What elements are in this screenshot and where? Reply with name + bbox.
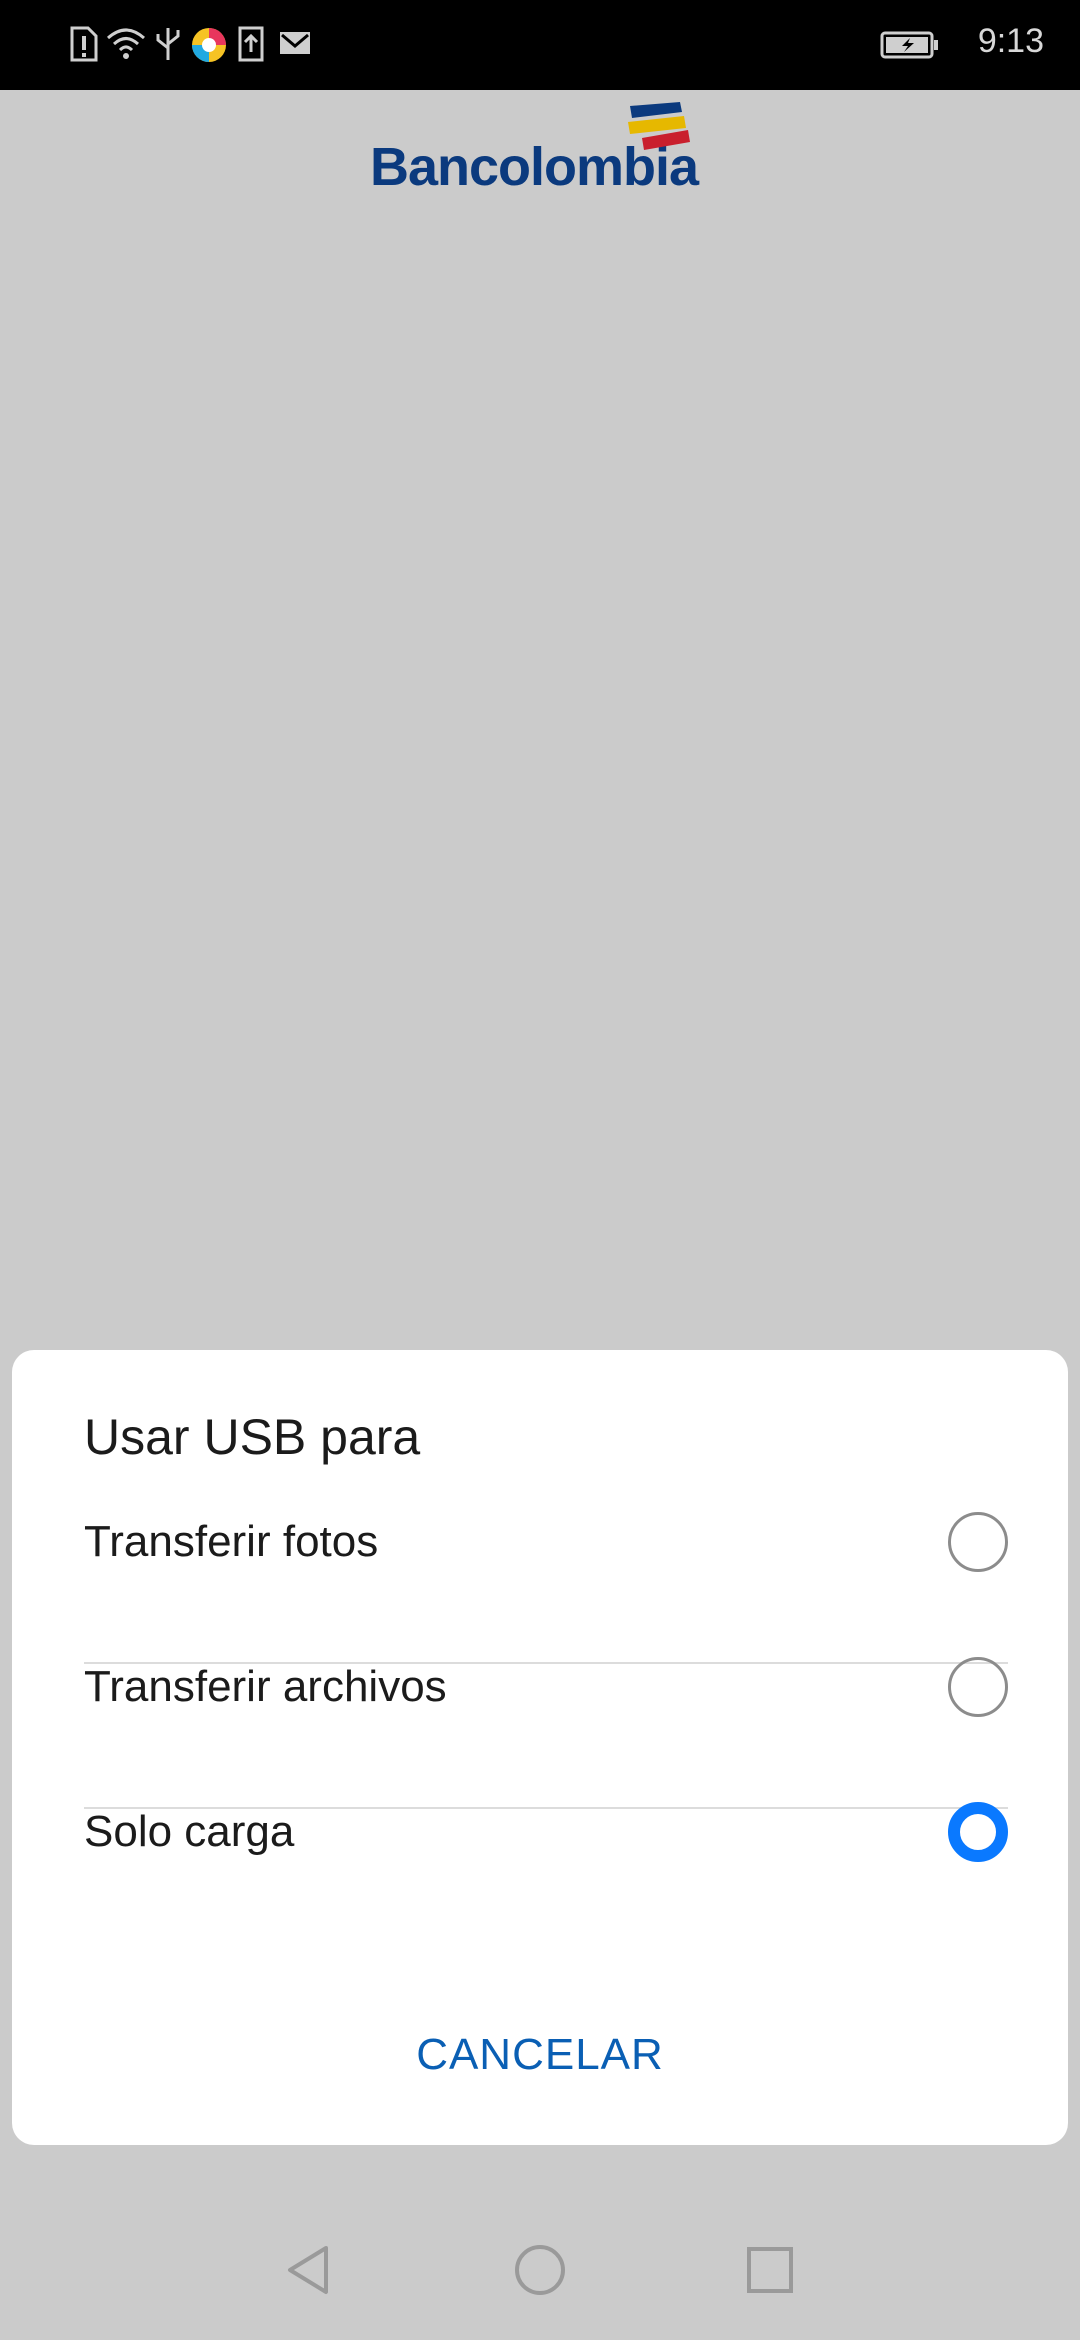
status-time: 9:13 [977, 22, 1044, 60]
navigation-bar [0, 2210, 1080, 2340]
app-icon [192, 28, 226, 62]
option-transfer-photos[interactable]: Transferir fotos [84, 1470, 1008, 1614]
cancel-button[interactable]: CANCELAR [12, 2030, 1068, 2080]
usb-icon [156, 28, 180, 60]
brand-mark-icon [628, 102, 690, 150]
gmail-icon [280, 32, 310, 54]
radio-button-selected[interactable] [948, 1802, 1008, 1862]
usb-options-dialog: Usar USB para Transferir fotos Transferi… [12, 1350, 1068, 2145]
status-bar: 9:13 [0, 0, 1080, 90]
upload-icon [238, 26, 264, 62]
battery-charging-icon [880, 31, 938, 59]
option-label: Transferir archivos [84, 1662, 447, 1711]
option-label: Solo carga [84, 1807, 295, 1856]
recents-icon[interactable] [740, 2240, 800, 2300]
brand-logo: Bancolombia [370, 100, 700, 200]
option-charge-only[interactable]: Solo carga [84, 1760, 1008, 1904]
sim-alert-icon [70, 26, 98, 62]
dialog-title: Usar USB para [84, 1409, 421, 1465]
option-label: Transferir fotos [84, 1517, 379, 1566]
radio-button[interactable] [948, 1512, 1008, 1572]
home-icon[interactable] [510, 2240, 570, 2300]
option-transfer-files[interactable]: Transferir archivos [84, 1615, 1008, 1759]
back-icon[interactable] [280, 2240, 340, 2300]
wifi-icon [107, 28, 145, 59]
radio-button[interactable] [948, 1657, 1008, 1717]
